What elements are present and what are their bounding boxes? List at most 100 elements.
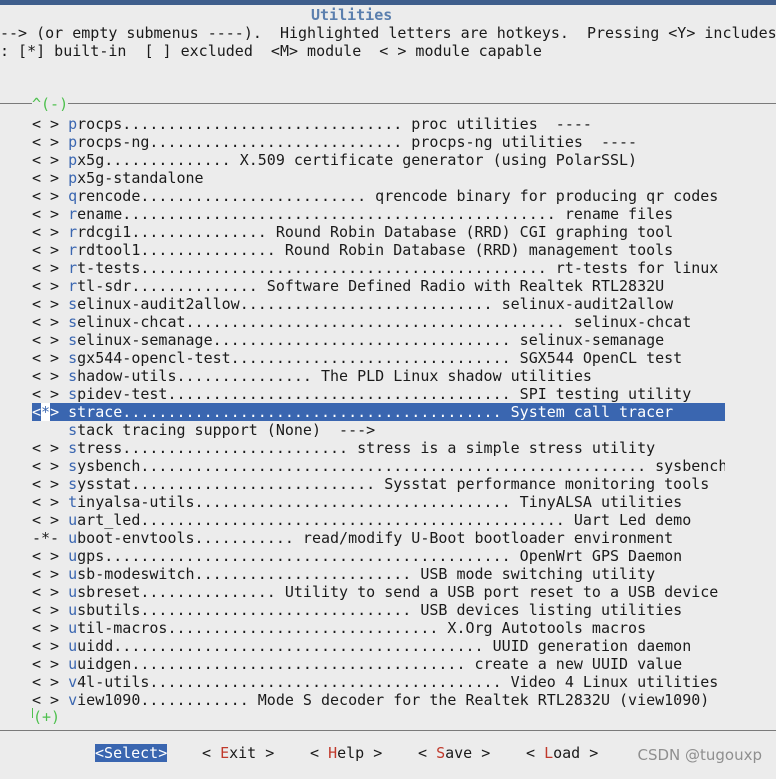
item-hotkey: t [68, 493, 78, 511]
save-button[interactable]: < Save > [418, 744, 490, 762]
item-label: rdtool1............... Round Robin Datab… [77, 241, 674, 259]
menu-item[interactable]: <*> strace..............................… [32, 403, 725, 421]
item-hotkey: q [68, 187, 78, 205]
item-label: rdcgi1............... Round Robin Databa… [77, 223, 674, 241]
item-label: boot-envtools........... read/modify U-B… [77, 529, 674, 547]
menu-item[interactable]: < > rrdcgi1............... Round Robin D… [32, 223, 725, 241]
item-hotkey: p [68, 115, 78, 133]
item-hotkey: v [68, 673, 78, 691]
menu-item[interactable]: < > view1090............ Mode S decoder … [32, 691, 725, 709]
menu-item[interactable]: < > spidev-test.........................… [32, 385, 725, 403]
item-state: < > [32, 601, 69, 619]
item-hotkey: u [68, 529, 78, 547]
exit-button[interactable]: < Exit > [202, 744, 274, 762]
item-hotkey: u [68, 511, 78, 529]
item-state: < > [32, 187, 69, 205]
menu-item[interactable]: < > uuidgen.............................… [32, 655, 725, 673]
item-state: < > [32, 457, 69, 475]
menu-item[interactable]: stack tracing support (None) ---> [32, 421, 725, 439]
menu-item[interactable]: < > selinux-chcat.......................… [32, 313, 725, 331]
item-state: < > [32, 439, 69, 457]
item-label: inyalsa-utils...........................… [77, 493, 683, 511]
menu-item[interactable]: < > shadow-utils............... The PLD … [32, 367, 725, 385]
menu-item[interactable]: < > util-macros.........................… [32, 619, 725, 637]
menu-item[interactable]: < > uart_led............................… [32, 511, 725, 529]
item-label: art_led.................................… [77, 511, 692, 529]
item-hotkey: s [68, 385, 78, 403]
select-button[interactable]: <Select> [95, 744, 168, 762]
menu-item[interactable]: < > usbutils............................… [32, 601, 725, 619]
item-hotkey: r [68, 223, 78, 241]
item-state: < > [32, 367, 69, 385]
item-state: < > [32, 259, 69, 277]
item-state: < > [32, 241, 69, 259]
item-label: x5g.............. X.509 certificate gene… [77, 151, 638, 169]
item-label: sbutils.............................. US… [77, 601, 683, 619]
menu-item[interactable]: < > procps..............................… [32, 115, 725, 133]
menu-item[interactable]: < > tinyalsa-utils......................… [32, 493, 725, 511]
item-state: < > [32, 205, 69, 223]
item-label: rocps-ng............................ pro… [77, 133, 638, 151]
item-state: < > [32, 691, 69, 709]
menu-item[interactable]: < > sgx544-opencl-test..................… [32, 349, 725, 367]
menu-item[interactable]: < > rename..............................… [32, 205, 725, 223]
item-label: elinux-semanage.........................… [77, 331, 665, 349]
scroll-down-indicator: (+) [33, 708, 61, 726]
item-label: elinux-audit2allow......................… [77, 295, 674, 313]
menu-item[interactable]: < > rt-tests............................… [32, 259, 725, 277]
item-label: sb-modeswitch........................ US… [77, 565, 656, 583]
load-button[interactable]: < Load > [526, 744, 598, 762]
item-hotkey: p [68, 169, 78, 187]
menu-top-border [0, 103, 776, 104]
item-label: sbreset............... Utility to send a… [77, 583, 719, 601]
item-hotkey: u [68, 619, 78, 637]
item-label: rocps............................... pro… [77, 115, 592, 133]
menu-item[interactable]: < > rrdtool1............... Round Robin … [32, 241, 725, 259]
menu-item[interactable]: < > usb-modeswitch......................… [32, 565, 725, 583]
item-hotkey: u [68, 637, 78, 655]
help-button[interactable]: < Help > [310, 744, 382, 762]
item-state: < > [32, 295, 69, 313]
window-title: Utilities [311, 6, 393, 24]
item-label: hadow-utils............... The PLD Linux… [77, 367, 592, 385]
menu-item[interactable]: < > ugps................................… [32, 547, 725, 565]
item-state: < > [32, 133, 69, 151]
item-hotkey: r [68, 259, 78, 277]
menu-item[interactable]: < > selinux-audit2allow.................… [32, 295, 725, 313]
item-label: x5g-standalone [77, 169, 204, 187]
menu-item[interactable]: < > rtl-sdr.............. Software Defin… [32, 277, 725, 295]
item-state: < > [32, 313, 69, 331]
help-text-line-2: : [*] built-in [ ] excluded <M> module <… [0, 42, 542, 60]
item-label: tack tracing support (None) ---> [77, 421, 376, 439]
menu-item[interactable]: < > stress......................... stre… [32, 439, 725, 457]
item-label: ysbench.................................… [77, 457, 725, 475]
item-label: uidd....................................… [77, 637, 692, 655]
menu-item[interactable]: < > px5g-standalone [32, 169, 725, 187]
item-label: rencode......................... qrencod… [77, 187, 719, 205]
item-hotkey: s [68, 457, 78, 475]
item-state: < > [32, 385, 69, 403]
item-state: < > [32, 565, 69, 583]
menu-item[interactable]: < > sysbench............................… [32, 457, 725, 475]
title-bar [0, 0, 776, 5]
item-hotkey: s [68, 475, 78, 493]
item-state: <*> [32, 403, 69, 421]
menu-item[interactable]: < > sysstat........................... S… [32, 475, 725, 493]
menu-item[interactable]: < > v4l-utils...........................… [32, 673, 725, 691]
item-state: < > [32, 277, 69, 295]
item-label: 4l-utils................................… [77, 673, 719, 691]
item-hotkey: r [68, 241, 78, 259]
item-hotkey: p [68, 151, 78, 169]
menu-item[interactable]: < > qrencode......................... qr… [32, 187, 725, 205]
item-state: < > [32, 349, 69, 367]
menu-item[interactable]: < > selinux-semanage....................… [32, 331, 725, 349]
item-state: < > [32, 493, 69, 511]
menu-item[interactable]: -*- uboot-envtools........... read/modif… [32, 529, 725, 547]
menu-item[interactable]: < > usbreset............... Utility to s… [32, 583, 725, 601]
item-hotkey: u [68, 601, 78, 619]
menu-item[interactable]: < > procps-ng...........................… [32, 133, 725, 151]
menu-item[interactable]: < > uuidd...............................… [32, 637, 725, 655]
item-state: -*- [32, 529, 69, 547]
item-hotkey: s [68, 349, 78, 367]
menu-item[interactable]: < > px5g.............. X.509 certificate… [32, 151, 725, 169]
